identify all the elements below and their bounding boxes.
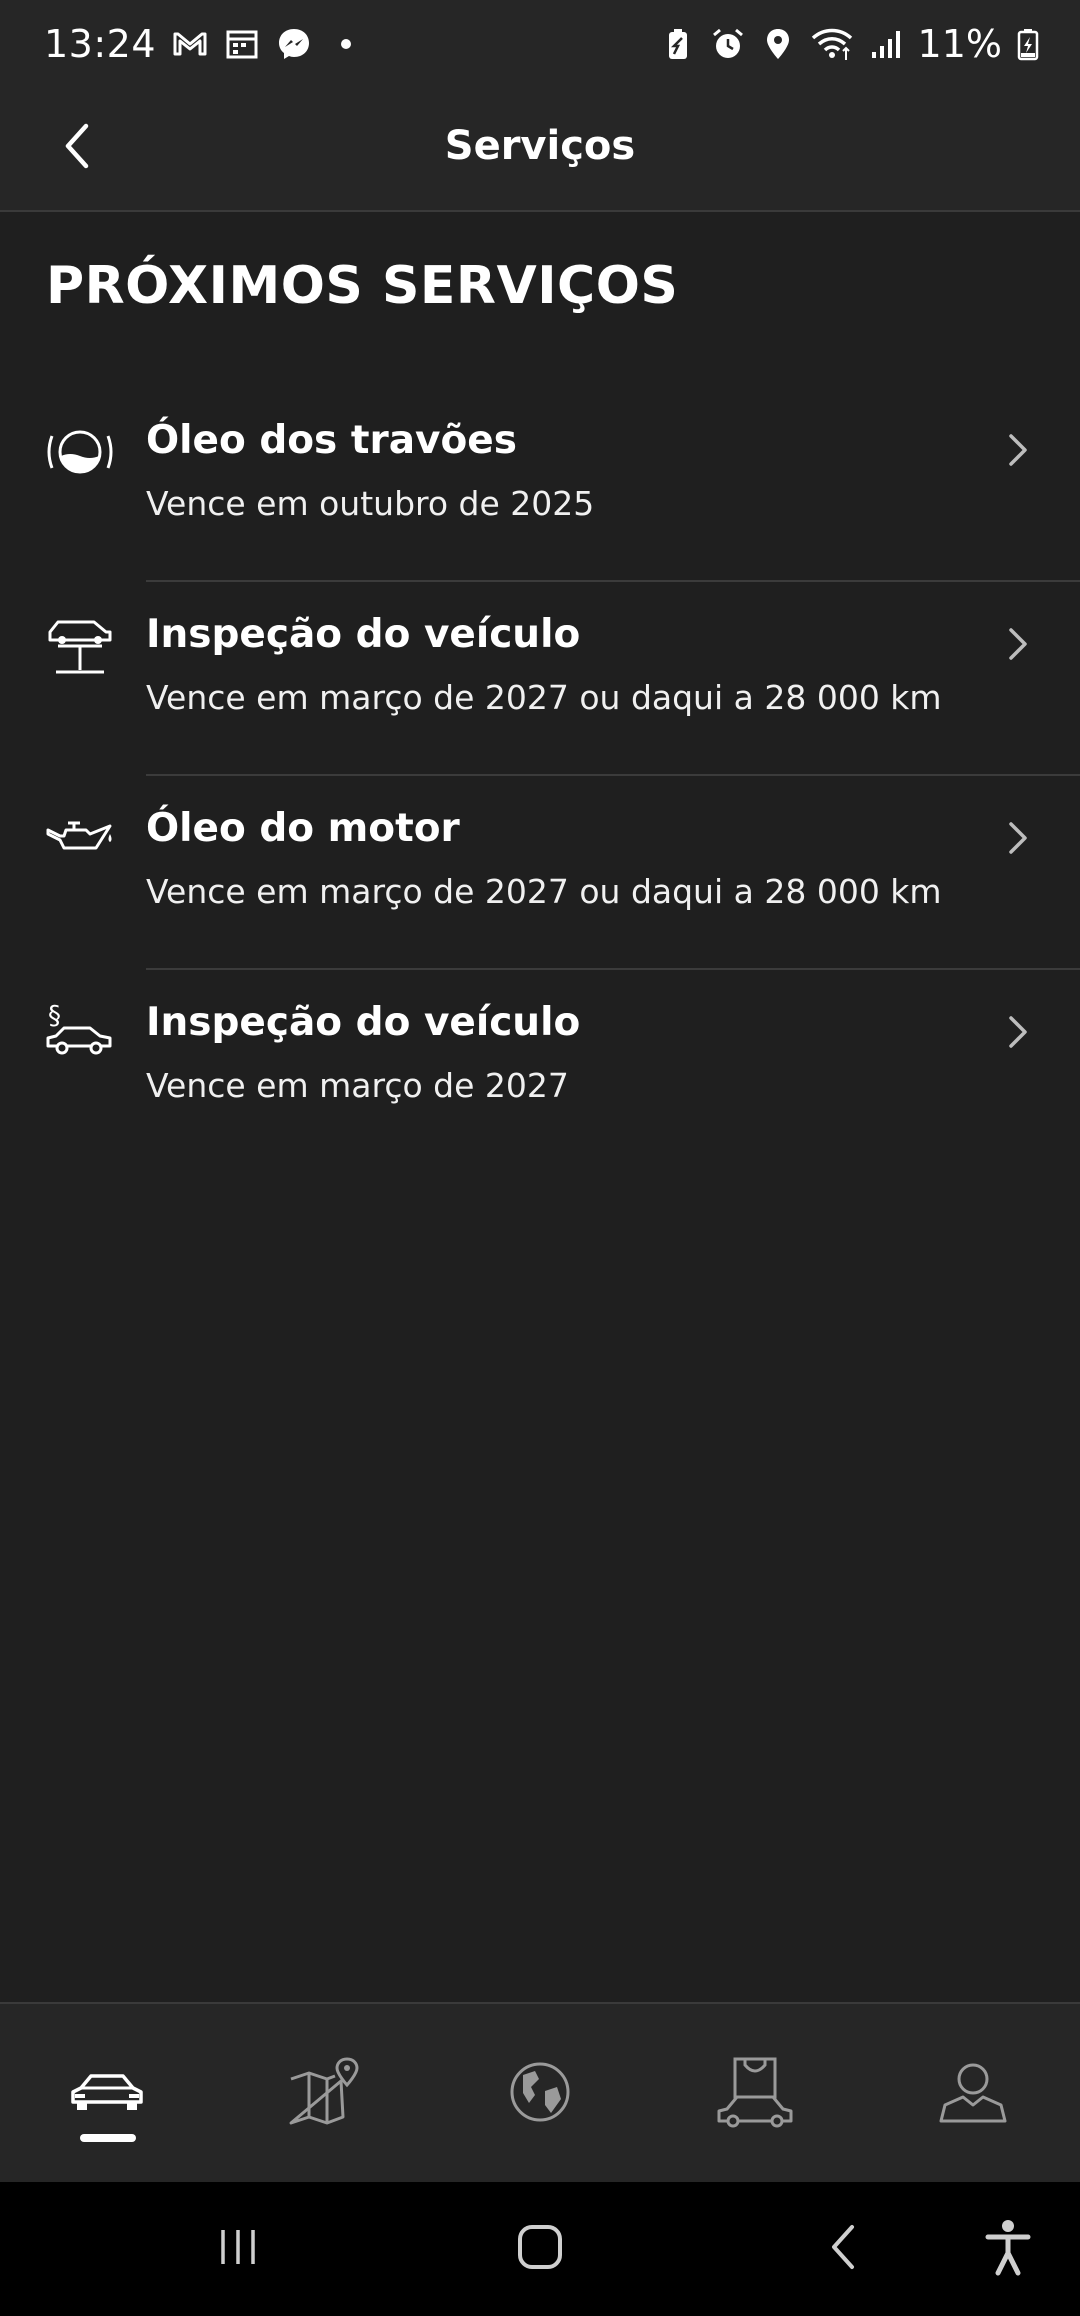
- top-bar: 13:24 11% Serviços: [0, 0, 1080, 212]
- svg-text:§: §: [48, 1001, 61, 1031]
- service-item-engine-oil[interactable]: Óleo do motor Vence em março de 2027 ou …: [0, 776, 1080, 970]
- service-due: Vence em março de 2027 ou daqui a 28 000…: [146, 872, 942, 911]
- home-icon: [518, 2225, 562, 2269]
- shop-car-icon: [717, 2057, 793, 2128]
- recents-button[interactable]: [198, 2212, 278, 2282]
- service-item-brake-fluid[interactable]: Óleo dos travões Vence em outubro de 202…: [0, 388, 1080, 582]
- car-icon: [71, 2074, 143, 2110]
- service-title: Óleo do motor: [146, 806, 460, 851]
- battery-saver-icon: [660, 26, 696, 62]
- chevron-right-icon: [1000, 622, 1036, 666]
- status-bar: 13:24 11%: [0, 0, 1080, 95]
- location-icon: [760, 26, 796, 62]
- nav-shop[interactable]: [710, 2052, 800, 2132]
- globe-icon: [510, 2062, 570, 2122]
- status-left: 13:24: [44, 22, 364, 66]
- bottom-nav: [0, 2002, 1080, 2182]
- messenger-icon: [276, 26, 312, 62]
- service-due: Vence em março de 2027 ou daqui a 28 000…: [146, 678, 942, 717]
- nav-car[interactable]: [62, 2052, 152, 2132]
- nav-map[interactable]: [280, 2052, 370, 2132]
- chevron-right-icon: [1000, 816, 1036, 860]
- chevron-right-icon: [1000, 428, 1036, 472]
- oil-can-icon: [44, 804, 116, 876]
- services-list: Óleo dos travões Vence em outubro de 202…: [0, 388, 1080, 1164]
- map-pin-icon: [289, 2057, 359, 2125]
- service-title: Inspeção do veículo: [146, 1000, 581, 1045]
- recents-icon: [221, 2230, 255, 2264]
- vehicle-lift-icon: [44, 610, 116, 682]
- service-title: Inspeção do veículo: [146, 612, 581, 657]
- battery-charging-icon: [1016, 26, 1040, 62]
- back-nav-button[interactable]: [804, 2212, 884, 2282]
- wifi-icon: [810, 26, 854, 62]
- signal-icon: [868, 26, 904, 62]
- home-button[interactable]: [500, 2212, 580, 2282]
- page-title: Serviços: [444, 123, 636, 169]
- service-due: Vence em março de 2027: [146, 1066, 569, 1105]
- service-due: Vence em outubro de 2025: [146, 484, 595, 523]
- brake-fluid-icon: [44, 416, 116, 488]
- gmail-icon: [172, 26, 208, 62]
- battery-percent: 11%: [917, 22, 1002, 66]
- dot-icon: [328, 26, 364, 62]
- accessibility-icon: [985, 2220, 1031, 2276]
- service-item-legal-inspection[interactable]: § Inspeção do veículo Vence em março de …: [0, 970, 1080, 1164]
- nav-profile[interactable]: [928, 2052, 1018, 2132]
- system-nav-bar: [0, 2182, 1080, 2316]
- nav-globe[interactable]: [495, 2052, 585, 2132]
- legal-inspection-car-icon: §: [44, 998, 116, 1070]
- chevron-right-icon: [1000, 1010, 1036, 1054]
- service-item-vehicle-inspection[interactable]: Inspeção do veículo Vence em março de 20…: [0, 582, 1080, 776]
- alarm-icon: [710, 26, 746, 62]
- section-title: PRÓXIMOS SERVIÇOS: [46, 256, 679, 316]
- status-right: 11%: [660, 22, 1040, 66]
- back-icon: [832, 2225, 854, 2269]
- calendar-icon: [224, 26, 260, 62]
- profile-icon: [939, 2063, 1007, 2123]
- service-title: Óleo dos travões: [146, 418, 517, 463]
- status-time: 13:24: [44, 22, 157, 66]
- accessibility-button[interactable]: [968, 2212, 1048, 2282]
- nav-active-indicator: [80, 2134, 136, 2142]
